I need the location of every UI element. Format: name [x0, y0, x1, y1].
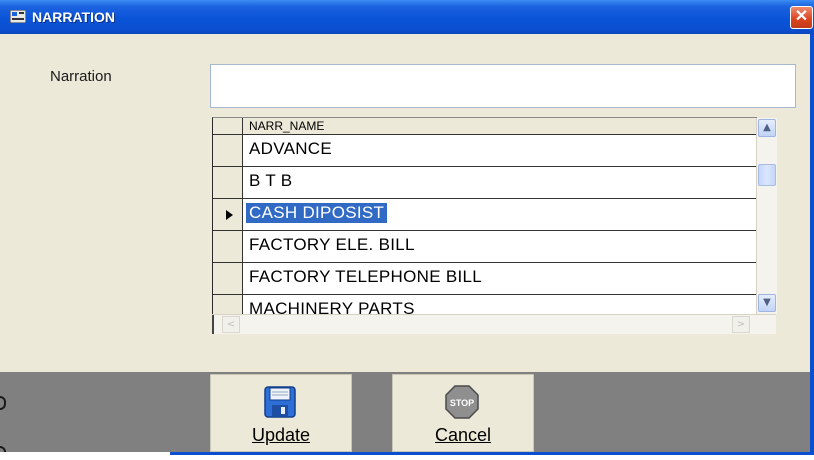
vertical-scrollbar[interactable]: ▲ ▼	[756, 118, 777, 314]
horizontal-scrollbar-edge	[212, 315, 218, 334]
close-icon: ✕	[794, 8, 809, 25]
update-label: Update	[251, 425, 311, 445]
chevron-down-icon: ▼	[763, 297, 771, 308]
chevron-left-icon: <	[226, 319, 236, 330]
table-row[interactable]: B T B	[213, 167, 757, 199]
background-strip	[0, 452, 814, 460]
background-line	[170, 452, 814, 455]
table-row[interactable]: ADVANCE	[213, 135, 757, 167]
window-right-border	[810, 34, 814, 452]
column-header-narr-name[interactable]: NARR_NAME	[249, 119, 324, 133]
table-row[interactable]: FACTORY TELEPHONE BILL	[213, 263, 757, 295]
cancel-button[interactable]: STOP Cancel	[392, 374, 534, 452]
chevron-right-icon: >	[736, 319, 746, 330]
row-selector[interactable]	[213, 231, 243, 262]
horizontal-scrollbar[interactable]: < >	[212, 314, 776, 334]
narr-name-cell[interactable]: ADVANCE	[249, 139, 332, 159]
narration-label: Narration	[50, 68, 112, 85]
row-selector[interactable]	[213, 199, 243, 230]
narration-dialog: NARRATION ✕ Narration NARR_NAME ADVANCE B…	[0, 0, 814, 452]
form-icon	[10, 10, 26, 23]
scroll-up-button[interactable]: ▲	[758, 119, 776, 137]
narration-grid[interactable]: NARR_NAME ADVANCE B T B CASH DIPOSIST FACTO…	[212, 117, 757, 334]
floppy-disk-icon	[264, 386, 296, 418]
scroll-right-button[interactable]: >	[732, 316, 750, 333]
table-row[interactable]: FACTORY ELE. BILL	[213, 231, 757, 263]
narr-name-cell[interactable]: CASH DIPOSIST	[246, 203, 388, 223]
narration-input[interactable]	[210, 64, 796, 108]
stop-sign-text: STOP	[450, 398, 474, 408]
narr-name-cell[interactable]: FACTORY ELE. BILL	[249, 235, 415, 255]
title-bar[interactable]: NARRATION ✕	[0, 0, 814, 34]
row-selector[interactable]	[213, 167, 243, 198]
chevron-up-icon: ▲	[763, 122, 771, 133]
current-row-arrow-icon	[226, 210, 233, 220]
grid-header-corner	[213, 118, 243, 134]
narr-name-cell[interactable]: FACTORY TELEPHONE BILL	[249, 267, 482, 287]
cancel-label: Cancel	[434, 425, 492, 445]
scroll-down-button[interactable]: ▼	[758, 294, 776, 312]
window-title: NARRATION	[32, 9, 115, 25]
grid-header: NARR_NAME	[213, 118, 757, 135]
close-button[interactable]: ✕	[790, 6, 813, 29]
narr-name-cell[interactable]: B T B	[249, 171, 292, 191]
row-selector[interactable]	[213, 263, 243, 294]
scroll-thumb[interactable]	[758, 164, 776, 186]
scroll-left-button[interactable]: <	[222, 316, 240, 333]
table-row[interactable]: CASH DIPOSIST	[213, 199, 757, 231]
row-selector[interactable]	[213, 135, 243, 166]
stop-sign-icon: STOP	[445, 385, 479, 419]
update-button[interactable]: Update	[210, 374, 352, 452]
